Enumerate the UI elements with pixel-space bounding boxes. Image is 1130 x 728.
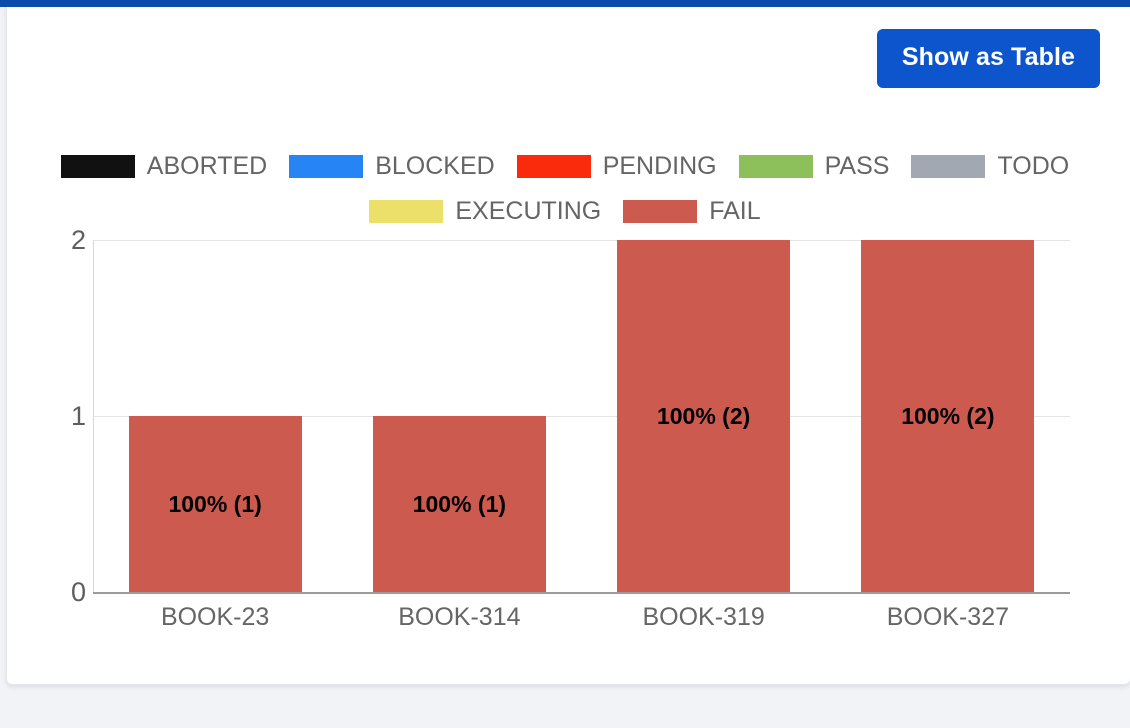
bar-group[interactable]: 100% (1): [373, 416, 546, 592]
x-axis-tick-label: BOOK-327: [826, 603, 1070, 632]
legend-swatch-icon: [369, 200, 443, 223]
bar-value-label: 100% (1): [168, 491, 261, 518]
x-axis-tick-label: BOOK-314: [337, 603, 581, 632]
bar-segment[interactable]: 100% (1): [129, 416, 302, 592]
bar-segment[interactable]: 100% (2): [861, 240, 1034, 592]
bar-segment[interactable]: 100% (2): [617, 240, 790, 592]
show-as-table-button[interactable]: Show as Table: [877, 29, 1100, 88]
bar-segment[interactable]: 100% (1): [373, 416, 546, 592]
bar-value-label: 100% (2): [901, 403, 994, 430]
legend-item[interactable]: TODO: [911, 152, 1069, 181]
legend-item[interactable]: BLOCKED: [289, 152, 494, 181]
bar-group[interactable]: 100% (2): [617, 240, 790, 592]
legend-swatch-icon: [911, 155, 985, 178]
legend-swatch-icon: [517, 155, 591, 178]
legend-item-label: PASS: [825, 152, 890, 181]
bar-group[interactable]: 100% (1): [129, 416, 302, 592]
bar-series-container: 100% (1) 100% (1) 100% (2) 100% (2): [93, 240, 1070, 592]
bar-chart: 100% (1) 100% (1) 100% (2) 100% (2) 0 1 2 BOO…: [0, 228, 1130, 648]
bar-group[interactable]: 100% (2): [861, 240, 1034, 592]
plot-area: 100% (1) 100% (1) 100% (2) 100% (2): [93, 240, 1070, 592]
legend-item-label: FAIL: [709, 197, 760, 226]
legend-swatch-icon: [623, 200, 697, 223]
x-axis-tick-label: BOOK-319: [582, 603, 826, 632]
y-axis-tick-label: 0: [46, 579, 86, 606]
legend-item[interactable]: PENDING: [517, 152, 717, 181]
legend-item-label: TODO: [997, 152, 1069, 181]
x-axis-labels: BOOK-23BOOK-314BOOK-319BOOK-327: [93, 603, 1070, 643]
y-axis-tick-label: 2: [46, 227, 86, 254]
x-axis-line: [93, 592, 1070, 594]
chart-legend: ABORTED BLOCKED PENDING PASS TODO EXECUTING FA…: [0, 152, 1130, 226]
legend-item[interactable]: ABORTED: [61, 152, 267, 181]
legend-swatch-icon: [289, 155, 363, 178]
legend-item[interactable]: PASS: [739, 152, 890, 181]
legend-item[interactable]: FAIL: [623, 197, 760, 226]
chart-toolbar: Show as Table: [877, 29, 1100, 88]
legend-swatch-icon: [739, 155, 813, 178]
chart-page: Show as Table ABORTED BLOCKED PENDING PASS T…: [0, 0, 1130, 728]
bar-value-label: 100% (1): [413, 491, 506, 518]
legend-item-label: BLOCKED: [375, 152, 494, 181]
legend-item-label: PENDING: [603, 152, 717, 181]
legend-item[interactable]: EXECUTING: [369, 197, 601, 226]
legend-item-label: EXECUTING: [455, 197, 601, 226]
x-axis-tick-label: BOOK-23: [93, 603, 337, 632]
legend-swatch-icon: [61, 155, 135, 178]
bar-value-label: 100% (2): [657, 403, 750, 430]
legend-item-label: ABORTED: [147, 152, 267, 181]
y-axis-tick-label: 1: [46, 403, 86, 430]
top-accent-bar: [0, 0, 1130, 7]
